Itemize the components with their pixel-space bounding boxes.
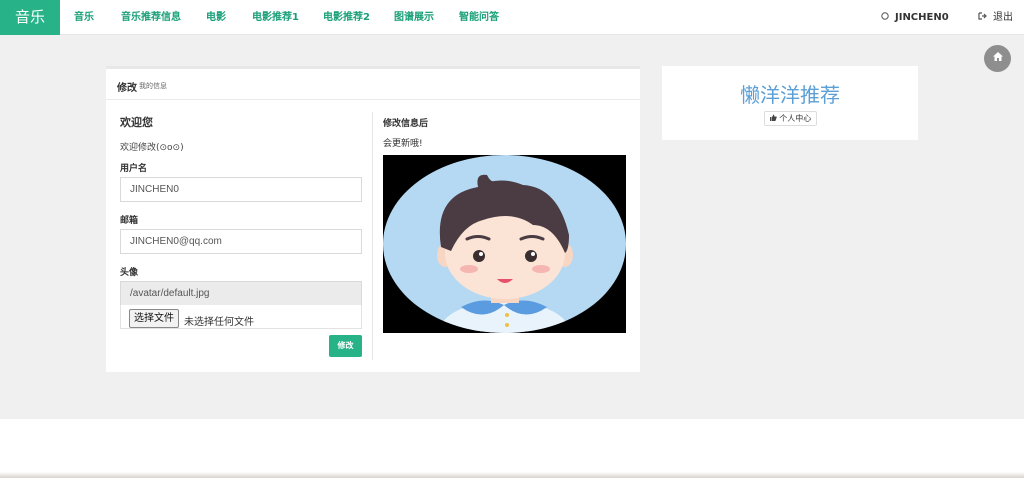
brand-logo[interactable]: 音乐 xyxy=(0,0,60,35)
logout-link[interactable]: 退出 xyxy=(978,0,1013,35)
sign-out-icon xyxy=(978,1,987,36)
file-input: 选择文件 未选择任何文件 xyxy=(120,305,362,329)
nav-movie-recommend-2[interactable]: 电影推荐2 xyxy=(323,0,370,35)
nav-graph[interactable]: 图谱展示 xyxy=(394,0,434,35)
after-heading: 修改信息后 xyxy=(383,119,429,129)
thumbs-up-icon xyxy=(769,114,780,123)
panel-subtitle: 我的信息 xyxy=(139,82,167,90)
username-field[interactable]: JINCHEN0 xyxy=(120,177,362,202)
avatar-label: 头像 xyxy=(120,268,139,278)
avatar-image xyxy=(383,155,626,333)
logout-label: 退出 xyxy=(993,12,1013,23)
choose-file-button[interactable]: 选择文件 xyxy=(129,309,179,328)
nav-qa[interactable]: 智能问答 xyxy=(459,0,499,35)
email-label: 邮箱 xyxy=(120,216,139,226)
file-status: 未选择任何文件 xyxy=(184,317,254,328)
welcome-text: 欢迎修改(⊙o⊙) xyxy=(120,143,184,153)
profile-panel: 修改 我的信息 欢迎您 欢迎修改(⊙o⊙) 用户名 JINCHEN0 邮箱 JI… xyxy=(106,66,640,372)
after-text: 会更新哦! xyxy=(383,139,423,149)
personal-center-button[interactable]: 个人中心 xyxy=(764,111,817,126)
welcome-heading: 欢迎您 xyxy=(120,116,153,129)
panel-title: 修改 xyxy=(117,83,137,94)
nav-movie-recommend-1[interactable]: 电影推荐1 xyxy=(252,0,299,35)
nav-music-recommend[interactable]: 音乐推荐信息 xyxy=(121,0,181,35)
nav-movie[interactable]: 电影 xyxy=(206,0,226,35)
panel-header: 修改 我的信息 xyxy=(106,69,640,100)
recommend-title: 懒洋洋推荐 xyxy=(740,83,840,107)
home-icon xyxy=(992,52,1003,64)
user-menu[interactable]: JINCHEN0 xyxy=(881,0,949,35)
personal-center-label: 个人中心 xyxy=(779,114,812,123)
footer-shadow xyxy=(0,472,1024,478)
user-name: JINCHEN0 xyxy=(895,12,949,23)
home-button[interactable] xyxy=(984,45,1011,72)
nav-music[interactable]: 音乐 xyxy=(74,0,94,35)
username-label: 用户名 xyxy=(120,164,148,174)
column-divider xyxy=(372,112,373,360)
submit-button[interactable]: 修改 xyxy=(329,335,362,357)
footer xyxy=(0,419,1024,478)
user-icon xyxy=(881,1,889,36)
email-field[interactable]: JINCHEN0@qq.com xyxy=(120,229,362,254)
recommend-panel: 懒洋洋推荐 个人中心 xyxy=(662,66,918,140)
avatar-path-field: /avatar/default.jpg xyxy=(120,281,362,306)
top-navbar: 音乐 音乐 音乐推荐信息 电影 电影推荐1 电影推荐2 图谱展示 智能问答 JI… xyxy=(0,0,1024,35)
